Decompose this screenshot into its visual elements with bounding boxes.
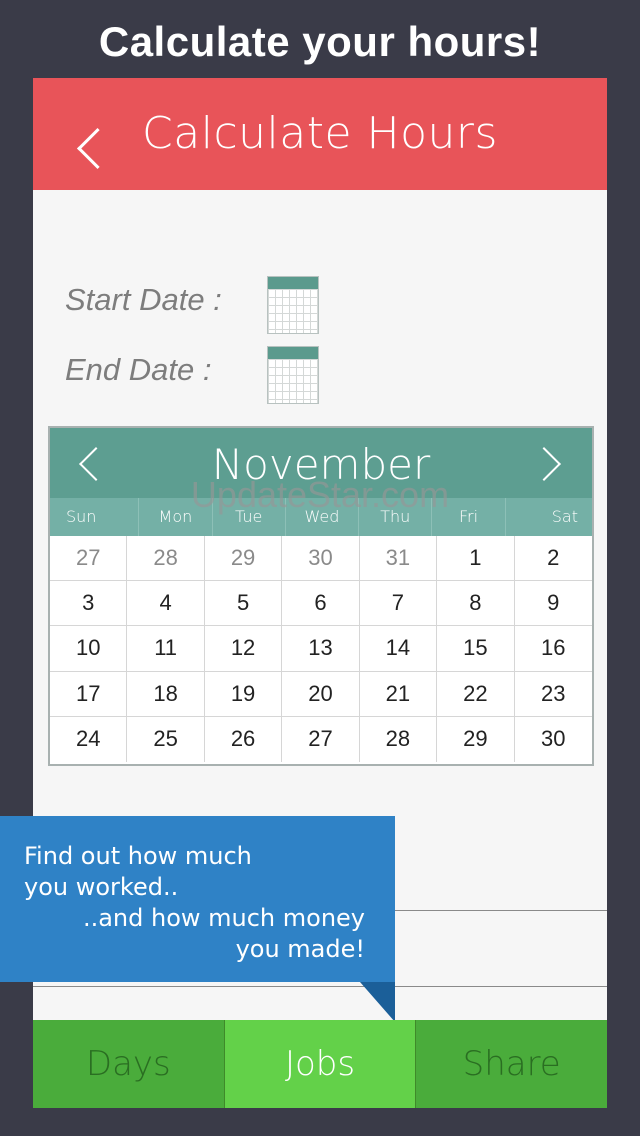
calendar-day[interactable]: 28 (360, 716, 438, 762)
calendar-day[interactable]: 19 (204, 671, 283, 717)
weekday-label: Tue (213, 498, 286, 536)
weekday-label: Fri (432, 498, 506, 536)
chevron-right-icon (527, 447, 561, 481)
top-bar: Calculate Hours (33, 78, 607, 190)
end-date-calendar-icon[interactable] (267, 346, 319, 404)
calendar-month: November (211, 440, 431, 489)
calendar-day[interactable]: 12 (204, 626, 283, 672)
calendar-day[interactable]: 23 (514, 672, 592, 717)
weekday-label: Sun (50, 498, 140, 536)
calendar-day[interactable]: 16 (514, 626, 592, 672)
start-date-label: Start Date : (65, 282, 222, 317)
weekday-label: Wed (286, 498, 360, 536)
next-month-button[interactable] (520, 434, 580, 494)
calendar-day[interactable]: 8 (437, 581, 515, 627)
calendar-day[interactable]: 2 (514, 536, 592, 582)
calendar-day[interactable]: 11 (127, 626, 205, 672)
banner-fold (360, 982, 395, 1022)
calendar-day[interactable]: 29 (437, 716, 515, 762)
calendar-day[interactable]: 4 (127, 581, 205, 627)
calendar-day[interactable]: 22 (437, 671, 515, 717)
calendar-day[interactable]: 1 (437, 536, 515, 582)
tab-days[interactable]: Days (33, 1020, 225, 1108)
calendar-day[interactable]: 31 (359, 536, 438, 582)
calendar-day[interactable]: 30 (282, 536, 360, 582)
start-date-calendar-icon[interactable] (267, 276, 319, 334)
calendar-day[interactable]: 10 (50, 626, 128, 672)
banner-line-2: you worked.. (24, 873, 179, 901)
calendar-day[interactable]: 28 (127, 536, 205, 582)
calendar-day[interactable]: 3 (50, 581, 128, 627)
calendar-day[interactable]: 9 (514, 581, 592, 627)
weekday-label: Thu (359, 498, 433, 536)
calendar-day[interactable]: 21 (359, 671, 438, 717)
banner-line-3: ..and how much money (82, 904, 365, 932)
banner-line-4: you made! (235, 935, 365, 963)
calendar-day[interactable]: 29 (204, 536, 283, 582)
calendar-day[interactable]: 18 (127, 671, 205, 717)
calendar-day[interactable]: 30 (515, 717, 592, 762)
headline: Calculate your hours! (98, 18, 542, 65)
calendar-day[interactable]: 14 (359, 626, 438, 672)
promo-banner: Find out how much you worked.. ..and how… (0, 816, 395, 982)
calendar: November Sun Mon Tue Wed Thu Fri Sat 27 28 29 30 3… (48, 426, 594, 766)
weekday-header: Sun Mon Tue Wed Thu Fri Sat (50, 498, 592, 536)
banner-line-1: Find out how much (24, 842, 252, 870)
calendar-day[interactable]: 25 (127, 716, 205, 762)
calendar-day[interactable]: 26 (205, 716, 283, 762)
calendar-day[interactable]: 24 (50, 716, 128, 762)
page-title: Calculate Hours (142, 108, 498, 159)
calendar-day[interactable]: 20 (282, 671, 360, 717)
calendar-day[interactable]: 17 (50, 671, 128, 717)
tab-bar: Days Jobs Share (33, 1020, 608, 1108)
weekday-label: Sat (551, 507, 578, 526)
tab-jobs[interactable]: Jobs (224, 1020, 417, 1108)
calendar-day[interactable]: 15 (437, 626, 515, 672)
tab-share[interactable]: Share (416, 1020, 608, 1108)
calendar-header: November (50, 428, 592, 498)
divider (33, 986, 607, 987)
day-grid: 27 28 29 30 31 1 2 3 4 5 6 7 8 9 10 11 12 13 14 15 16 17 18 19 2… (50, 536, 592, 762)
calendar-day[interactable]: 6 (282, 581, 360, 627)
calendar-day[interactable]: 27 (282, 716, 360, 762)
calendar-day[interactable]: 27 (50, 536, 128, 582)
end-date-label: End Date : (65, 352, 212, 387)
weekday-label: Mon (139, 498, 213, 536)
calendar-day[interactable]: 5 (204, 581, 283, 627)
calendar-day[interactable]: 7 (359, 581, 438, 627)
calendar-day[interactable]: 13 (282, 626, 360, 672)
